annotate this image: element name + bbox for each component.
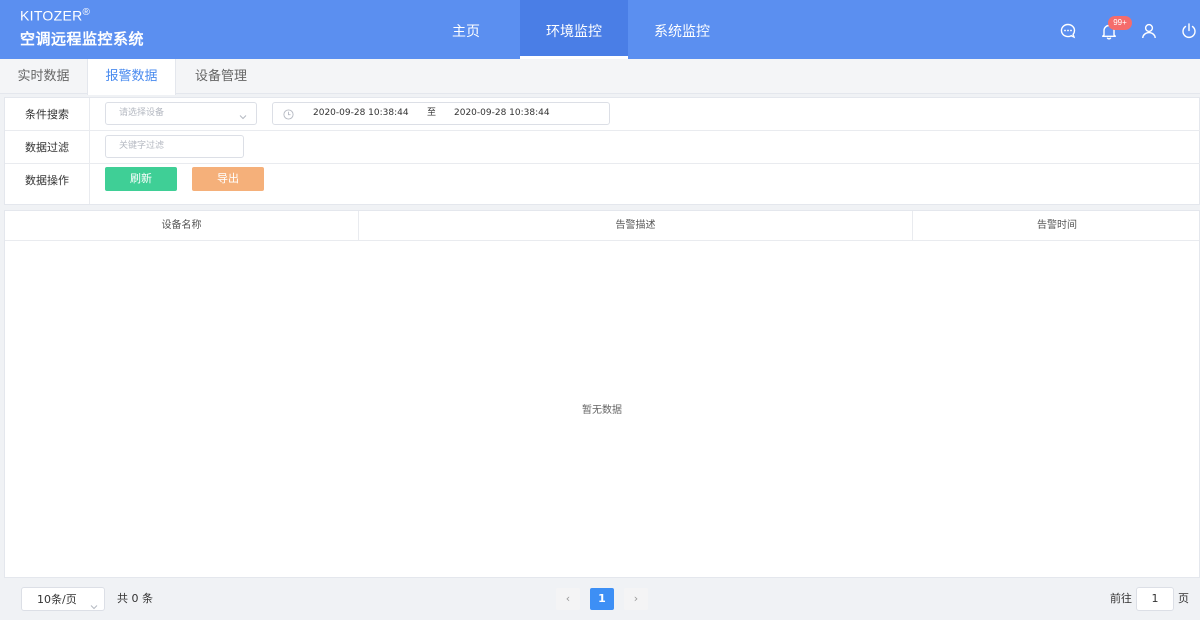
chevron-down-icon [90, 596, 98, 610]
operations-label: 数据操作 [5, 164, 90, 204]
sub-tabs: 实时数据 报警数据 设备管理 [0, 59, 1200, 95]
page-number[interactable]: 1 [590, 588, 614, 610]
column-alarm-description: 告警描述 [358, 211, 912, 241]
filter-panel: 条件搜索 请选择设备 2020-09-28 10:38:44 至 2020-09… [4, 97, 1200, 205]
operations-row: 数据操作 刷新 导出 [5, 164, 1200, 204]
total-count: 共 0 条 [117, 592, 153, 605]
filter-label: 数据过滤 [5, 131, 90, 163]
tab-device-management[interactable]: 设备管理 [176, 59, 266, 94]
date-range-picker[interactable]: 2020-09-28 10:38:44 至 2020-09-28 10:38:4… [272, 102, 610, 125]
date-separator: 至 [427, 108, 437, 118]
power-icon[interactable] [1180, 22, 1198, 40]
nav-home[interactable]: 主页 [412, 0, 520, 59]
search-label: 条件搜索 [5, 98, 90, 130]
next-page-button[interactable]: › [624, 588, 648, 610]
prev-page-button[interactable]: ‹ [556, 588, 580, 610]
goto-page-input[interactable]: 1 [1136, 587, 1174, 611]
goto-label: 前往 [1110, 592, 1132, 605]
nav-system-monitoring[interactable]: 系统监控 [628, 0, 736, 59]
page-size-value: 10条/页 [37, 593, 77, 606]
user-icon[interactable] [1140, 22, 1158, 40]
registered-mark: ® [82, 7, 91, 18]
column-device-name: 设备名称 [161, 220, 202, 231]
nav-environment-monitoring[interactable]: 环境监控 [520, 0, 628, 59]
alarm-table: 设备名称 告警描述 告警时间 暂无数据 [4, 210, 1200, 578]
date-start[interactable]: 2020-09-28 10:38:44 [313, 103, 409, 124]
filter-row: 数据过滤 关键字过滤 [5, 131, 1200, 164]
chat-icon[interactable] [1059, 22, 1077, 40]
tab-alarm-data[interactable]: 报警数据 [87, 59, 176, 95]
empty-state: 暂无数据 [582, 405, 622, 416]
export-button[interactable]: 导出 [192, 167, 264, 191]
tab-realtime-data[interactable]: 实时数据 [0, 59, 87, 94]
keyword-filter-input[interactable]: 关键字过滤 [105, 135, 244, 158]
pagination-bar: 10条/页 共 0 条 ‹ 1 › 前往 1 页 [0, 583, 1200, 611]
date-end[interactable]: 2020-09-28 10:38:44 [454, 103, 550, 124]
notification-badge: 99+ [1108, 16, 1132, 30]
brand-name: KITOZER® [20, 8, 144, 23]
top-nav: 主页 环境监控 系统监控 [412, 0, 736, 59]
system-title: 空调远程监控系统 [20, 29, 145, 48]
device-select[interactable]: 请选择设备 [105, 102, 257, 125]
device-select-placeholder: 请选择设备 [119, 108, 165, 118]
table-header: 设备名称 告警描述 告警时间 [5, 211, 1199, 241]
goto-unit: 页 [1178, 592, 1189, 605]
clock-icon [283, 108, 294, 120]
brand-name-text: KITOZER [20, 7, 83, 24]
chevron-down-icon [239, 109, 247, 120]
top-header: KITOZER® 空调远程监控系统 主页 环境监控 系统监控 99+ [0, 0, 1200, 59]
column-alarm-time: 告警时间 [912, 211, 1200, 241]
brand: KITOZER® 空调远程监控系统 [20, 8, 144, 47]
refresh-button[interactable]: 刷新 [105, 167, 177, 191]
page-size-select[interactable]: 10条/页 [21, 587, 105, 611]
search-row: 条件搜索 请选择设备 2020-09-28 10:38:44 至 2020-09… [5, 98, 1200, 131]
